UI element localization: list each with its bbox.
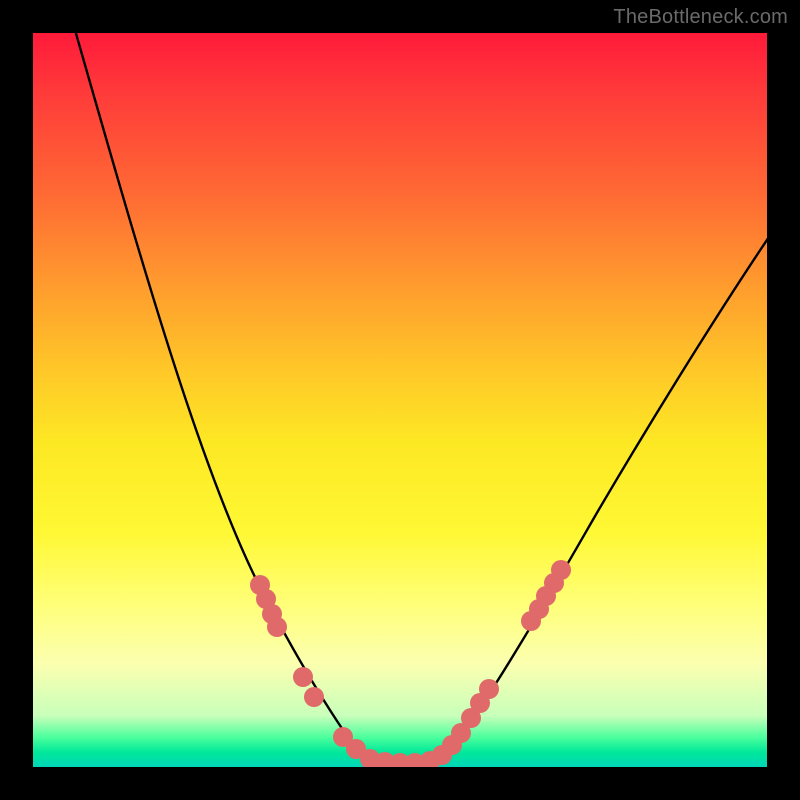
data-points: [250, 560, 571, 767]
data-point: [293, 667, 313, 687]
chart-container: TheBottleneck.com: [0, 0, 800, 800]
chart-svg: [33, 33, 767, 767]
data-point: [479, 679, 499, 699]
bottleneck-curve: [73, 33, 767, 763]
watermark-text: TheBottleneck.com: [613, 6, 788, 29]
plot-area: [33, 33, 767, 767]
data-point: [304, 687, 324, 707]
data-point: [551, 560, 571, 580]
data-point: [267, 617, 287, 637]
